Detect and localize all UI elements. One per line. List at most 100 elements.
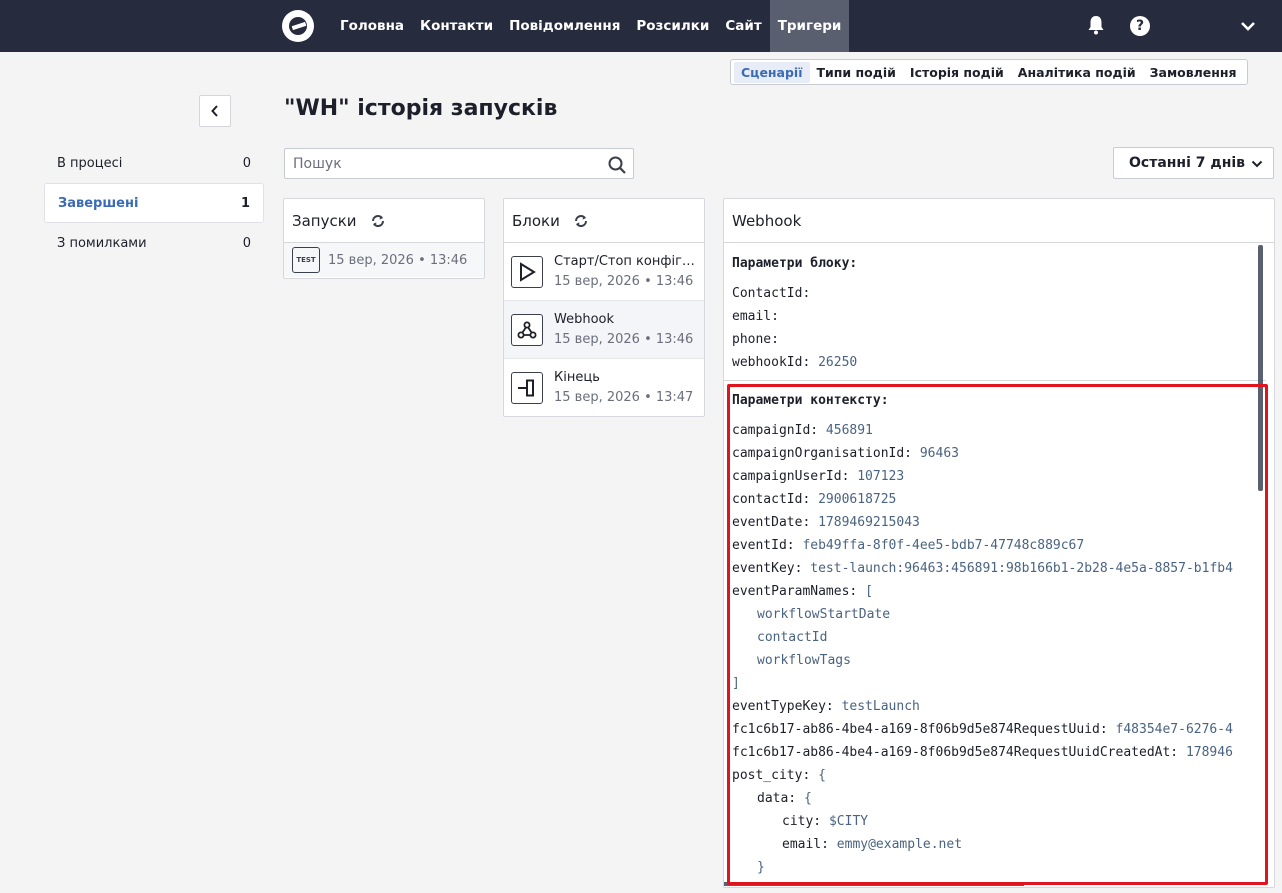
param-line: fc1c6b17-ab86-4be4-a169-8f06b9d5e874Requ… — [732, 718, 1258, 741]
collapse-sidebar-button[interactable] — [199, 95, 231, 127]
param-key: eventId: — [732, 538, 795, 553]
test-badge-icon: TEST — [292, 247, 320, 273]
vertical-scrollbar[interactable] — [1258, 245, 1263, 491]
block-row[interactable]: Кінець 15 вер, 2026 • 13:47 — [504, 359, 704, 417]
param-line: eventTypeKey: testLaunch — [732, 695, 1258, 718]
param-line: eventParamNames: [ — [732, 580, 1258, 603]
blocks-panel-title: Блоки — [512, 211, 560, 230]
webhook-icon-graphic — [517, 321, 537, 338]
block-date: 15 вер, 2026 • 13:47 — [554, 390, 694, 405]
search-input[interactable] — [293, 153, 593, 175]
param-value: } — [757, 860, 765, 875]
param-value: 26250 — [818, 355, 858, 370]
subtab-0[interactable]: Сценарії — [734, 61, 810, 83]
filter-count: 0 — [242, 235, 251, 251]
param-line: campaignId: 456891 — [732, 419, 1258, 442]
subtab-1[interactable]: Типи подій — [810, 62, 903, 83]
blocks-panel-header: Блоки — [504, 199, 704, 243]
period-label: Останні 7 днів — [1129, 155, 1246, 171]
filter-item[interactable]: В процесі 0 — [44, 143, 264, 183]
param-value: f48354e7-6276-4 — [1115, 722, 1233, 737]
refresh-icon[interactable] — [574, 214, 588, 228]
webhook-panel-header: Webhook — [724, 199, 1274, 243]
top-navigation-bar: Головна Контакти Повідомлення Розсилки Сайт Т… — [0, 0, 1282, 52]
param-key: city: — [782, 814, 822, 829]
param-line: eventKey: test-launch:96463:456891:98b16… — [732, 557, 1258, 580]
param-key: eventKey: — [732, 561, 803, 576]
param-line: ] — [732, 672, 1258, 695]
param-line: workflowStartDate — [732, 603, 1258, 626]
param-line: contactId — [732, 626, 1258, 649]
param-line: post_city: { — [732, 764, 1258, 787]
param-value: 2900618725 — [818, 492, 897, 507]
param-key: fc1c6b17-ab86-4be4-a169-8f06b9d5e874Requ… — [732, 722, 1108, 737]
param-value: 178946 — [1185, 745, 1233, 760]
param-line: webhookId: 26250 — [732, 351, 1258, 374]
param-line: campaignOrganisationId: 96463 — [732, 442, 1258, 465]
block-name: Webhook — [554, 311, 615, 327]
param-value: testLaunch — [841, 699, 920, 714]
nav-item-3[interactable]: Розсилки — [628, 0, 717, 52]
triggers-subtabs: Сценарії Типи подій Історія подій Аналітика… — [730, 59, 1248, 85]
refresh-icon[interactable] — [371, 214, 385, 228]
webhook-icon — [511, 313, 543, 346]
nav-item-0[interactable]: Головна — [332, 0, 412, 52]
block-name: Кінець — [554, 370, 600, 385]
filter-count: 0 — [242, 155, 251, 171]
block-row[interactable]: Webhook 15 вер, 2026 • 13:46 — [504, 301, 704, 359]
page-title: "WH" історія запусків — [284, 96, 558, 121]
param-value: { — [803, 791, 812, 806]
param-key: eventDate: — [732, 515, 811, 530]
end-icon-graphic — [518, 379, 534, 397]
param-key: campaignOrganisationId: — [732, 446, 913, 461]
param-key: fc1c6b17-ab86-4be4-a169-8f06b9d5e874Requ… — [732, 745, 1179, 760]
block-row[interactable]: Старт/Стоп конфігурації 15 вер, 2026 • 13… — [504, 243, 704, 301]
param-line: campaignUserId: 107123 — [732, 465, 1258, 488]
nav-item-1[interactable]: Контакти — [412, 0, 501, 52]
period-dropdown[interactable]: Останні 7 днів — [1113, 147, 1274, 179]
filter-count: 1 — [240, 195, 250, 211]
block-params-title: Параметри блоку: — [732, 256, 858, 271]
chevron-down-icon — [1251, 160, 1263, 168]
bell-icon[interactable] — [1087, 15, 1105, 35]
search-icon[interactable] — [607, 155, 627, 175]
chevron-down-icon[interactable] — [1240, 19, 1256, 33]
play-icon — [511, 255, 543, 288]
filter-item[interactable]: Завершені 1 — [44, 183, 264, 223]
param-key: post_city: — [732, 768, 811, 783]
param-line: email: — [732, 305, 1258, 328]
param-line: data: { — [732, 787, 1258, 810]
filter-label: Завершені — [58, 195, 139, 211]
param-value: feb49ffa-8f0f-4ee5-bdb7-47748c889c67 — [802, 538, 1085, 553]
nav-item-2[interactable]: Повідомлення — [501, 0, 628, 52]
param-key: campaignUserId: — [732, 469, 850, 484]
filter-item[interactable]: З помилками 0 — [44, 223, 264, 263]
app-logo-icon[interactable] — [282, 10, 314, 42]
param-value: $CITY — [828, 814, 869, 829]
nav-item-5[interactable]: Тригери — [769, 0, 850, 52]
subtab-2[interactable]: Історія подій — [903, 62, 1011, 83]
param-key: email: — [732, 309, 779, 324]
subtab-4[interactable]: Замовлення — [1143, 62, 1244, 83]
param-key: eventParamNames: — [732, 584, 858, 599]
nav-item-4[interactable]: Сайт — [717, 0, 769, 52]
block-name: Старт/Стоп конфігурації — [554, 253, 696, 269]
block-text: Кінець 15 вер, 2026 • 13:47 — [554, 368, 696, 408]
horizontal-scrollbar[interactable] — [724, 882, 1024, 886]
subtab-3[interactable]: Аналітика подій — [1011, 62, 1143, 83]
webhook-panel-title: Webhook — [732, 211, 802, 230]
param-line: city: $CITY — [732, 810, 1258, 833]
param-value: contactId — [757, 630, 828, 645]
runs-panel-title: Запуски — [292, 211, 357, 230]
param-line: contactId: 2900618725 — [732, 488, 1258, 511]
param-value: [ — [865, 584, 873, 599]
run-row[interactable]: TEST 15 вер, 2026 • 13:46 — [284, 243, 484, 277]
param-value: test-launch:96463:456891:98b166b1-2b28-4… — [810, 561, 1233, 576]
filter-label: З помилками — [57, 235, 147, 251]
filter-label: В процесі — [57, 155, 123, 171]
param-line: phone: — [732, 328, 1258, 351]
webhook-details-body[interactable]: Параметри блоку: ContactId: email: phone: w… — [724, 244, 1266, 882]
param-value: workflowTags — [757, 653, 851, 668]
param-key: webhookId: — [732, 355, 811, 370]
help-icon[interactable]: ? — [1130, 16, 1150, 36]
